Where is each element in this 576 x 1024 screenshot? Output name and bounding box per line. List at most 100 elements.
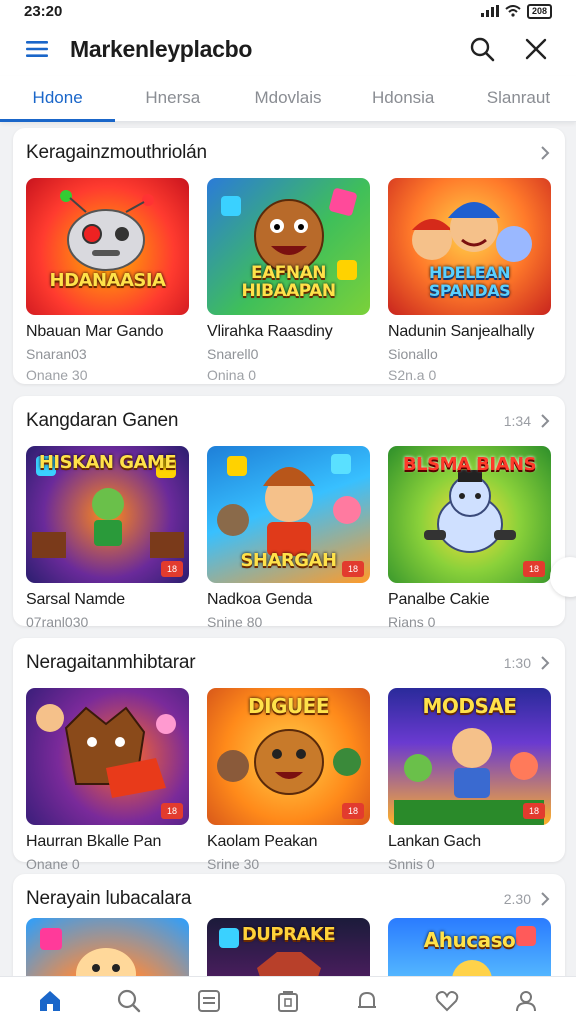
thumbnail-title: MODSAE <box>422 694 517 718</box>
section-count: 1:34 <box>503 413 531 429</box>
bottom-navigation <box>0 976 576 1024</box>
chevron-right-icon[interactable] <box>539 655 551 671</box>
game-meta: S2n.a 0 <box>388 367 437 383</box>
nav-notifications[interactable] <box>345 979 389 1023</box>
game-card[interactable]: 18 Haurran Bkalle Pan Onane 0 <box>26 688 189 872</box>
thumbnail-title: Ahucaso <box>423 928 516 952</box>
section-header[interactable]: Kangdaran Ganen 1:34 <box>13 396 565 446</box>
nav-search[interactable] <box>107 979 151 1023</box>
game-card[interactable]: BLSMA BIANS 18 Panalbe Cakie Rians 0 <box>388 446 551 630</box>
thumbnail-title: DIGUEE <box>247 694 330 718</box>
status-time: 23:20 <box>24 2 63 20</box>
game-thumbnail[interactable]: EAFNAN HIBAAPAN <box>207 178 370 315</box>
game-card[interactable]: DIGUEE 18 Kaolam Peakan Srine 30 <box>207 688 370 872</box>
signal-icon <box>480 5 499 17</box>
rating-badge: 18 <box>523 803 545 819</box>
game-name: Kaolam Peakan <box>207 833 318 850</box>
search-icon <box>118 989 141 1012</box>
section-title: Nerayain lubacalara <box>26 888 192 909</box>
nav-list[interactable] <box>187 979 231 1023</box>
game-card[interactable]: Ahucaso <box>388 918 551 976</box>
game-thumbnail[interactable]: BLSMA BIANS 18 <box>388 446 551 583</box>
thumbnail-title: HISKAN GAME <box>38 452 177 473</box>
section-header[interactable]: Neragaitanmhibtarar 1:30 <box>13 638 565 688</box>
rating-badge: 18 <box>342 561 364 577</box>
thumbnail-title: EAFNAN HIBAAPAN <box>241 263 336 301</box>
status-bar: 23:20 208 <box>0 0 576 22</box>
thumbnail-title: BLSMA BIANS <box>402 454 537 475</box>
game-subtitle: Sionallo <box>388 346 438 362</box>
app-title: Markenleyplacbo <box>70 35 253 62</box>
nav-favorites[interactable] <box>425 979 469 1023</box>
game-subtitle: Snaran03 <box>26 346 87 362</box>
game-name: Panalbe Cakie <box>388 591 490 608</box>
game-thumbnail[interactable]: Ahucaso <box>388 918 551 976</box>
game-subtitle: Snnis 0 <box>388 856 435 872</box>
game-subtitle: Rians 0 <box>388 614 436 630</box>
nav-store[interactable] <box>266 979 310 1023</box>
game-thumbnail[interactable]: 18 <box>26 688 189 825</box>
game-card[interactable]: HDELEAN SPANDAS Nadunin Sanjealhally Sio… <box>388 178 551 383</box>
category-tabs: Hdone Hnersa Mdovlais Hdonsia Slanraut <box>0 76 576 122</box>
rating-badge: 18 <box>161 803 183 819</box>
list-icon <box>197 989 220 1012</box>
tab-mdovlais[interactable]: Mdovlais <box>230 76 345 121</box>
game-card[interactable]: MODSAE 18 Lankan Gach Snnis 0 <box>388 688 551 872</box>
heart-icon <box>435 990 459 1011</box>
section-title: Neragaitanmhibtarar <box>26 652 196 673</box>
menu-icon[interactable] <box>22 29 52 69</box>
game-name: Vlirahka Raasdiny <box>207 323 333 340</box>
game-card[interactable]: DUPRAKE <box>207 918 370 976</box>
game-thumbnail[interactable]: HISKAN GAME 18 <box>26 446 189 583</box>
game-name: Lankan Gach <box>388 833 481 850</box>
game-meta: Onane 30 <box>26 367 88 383</box>
home-icon <box>39 990 60 1011</box>
section-header[interactable]: Keragainzmouthriolán <box>13 128 565 178</box>
game-card[interactable]: HISKAN GAME 18 Sarsal Namde 07ranl030 <box>26 446 189 630</box>
section-header[interactable]: Nerayain lubacalara 2.30 <box>13 874 565 924</box>
close-icon <box>525 38 547 60</box>
battery-icon: 208 <box>526 3 552 19</box>
tab-slanraut[interactable]: Slanraut <box>461 76 576 121</box>
status-icons: 208 <box>480 3 552 19</box>
close-button[interactable] <box>516 29 556 69</box>
game-thumbnail[interactable] <box>26 918 189 976</box>
game-thumbnail[interactable]: HDELEAN SPANDAS <box>388 178 551 315</box>
section-count: 1:30 <box>503 655 531 671</box>
thumbnail-title: HDANAASIA <box>49 270 166 291</box>
game-card[interactable]: EAFNAN HIBAAPAN Vlirahka Raasdiny Snarel… <box>207 178 370 383</box>
chevron-right-icon[interactable] <box>539 891 551 907</box>
thumbnail-title: HDELEAN SPANDAS <box>428 263 511 300</box>
profile-icon <box>516 990 537 1011</box>
game-card[interactable]: SHARGAH 18 Nadkoa Genda Snine 80 <box>207 446 370 630</box>
rating-badge: 18 <box>523 561 545 577</box>
content-feed: Keragainzmouthriolán HDANAASIA Nbauan Ma… <box>0 122 576 976</box>
game-thumbnail[interactable]: SHARGAH 18 <box>207 446 370 583</box>
section-count: 2.30 <box>503 891 531 907</box>
tab-hdone[interactable]: Hdone <box>0 76 116 122</box>
game-subtitle: Onane 0 <box>26 856 80 872</box>
game-name: Haurran Bkalle Pan <box>26 833 162 850</box>
game-meta: Onina 0 <box>207 367 257 383</box>
game-card[interactable] <box>26 918 189 976</box>
game-subtitle: Snine 80 <box>207 614 263 630</box>
app-bar: Markenleyplacbo <box>0 22 576 76</box>
section-3: Neragaitanmhibtarar 1:30 18 Haurran Bkal… <box>13 638 565 872</box>
game-name: Nadunin Sanjealhally <box>388 323 535 340</box>
game-subtitle: Snarell0 <box>207 346 259 362</box>
game-card[interactable]: HDANAASIA Nbauan Mar Gando Snaran03 Onan… <box>26 178 189 383</box>
game-thumbnail[interactable]: MODSAE 18 <box>388 688 551 825</box>
chevron-right-icon[interactable] <box>539 413 551 429</box>
chevron-right-icon[interactable] <box>539 145 551 161</box>
game-thumbnail[interactable]: HDANAASIA <box>26 178 189 315</box>
game-thumbnail[interactable]: DUPRAKE <box>207 918 370 976</box>
game-thumbnail[interactable]: DIGUEE 18 <box>207 688 370 825</box>
tab-hnersa[interactable]: Hnersa <box>115 76 230 121</box>
tab-hdonsia[interactable]: Hdonsia <box>346 76 461 121</box>
rating-badge: 18 <box>161 561 183 577</box>
nav-home[interactable] <box>28 979 72 1023</box>
game-subtitle: Srine 30 <box>207 856 260 872</box>
thumbnail-title: DUPRAKE <box>241 924 336 945</box>
nav-profile[interactable] <box>504 979 548 1023</box>
search-button[interactable] <box>462 29 502 69</box>
